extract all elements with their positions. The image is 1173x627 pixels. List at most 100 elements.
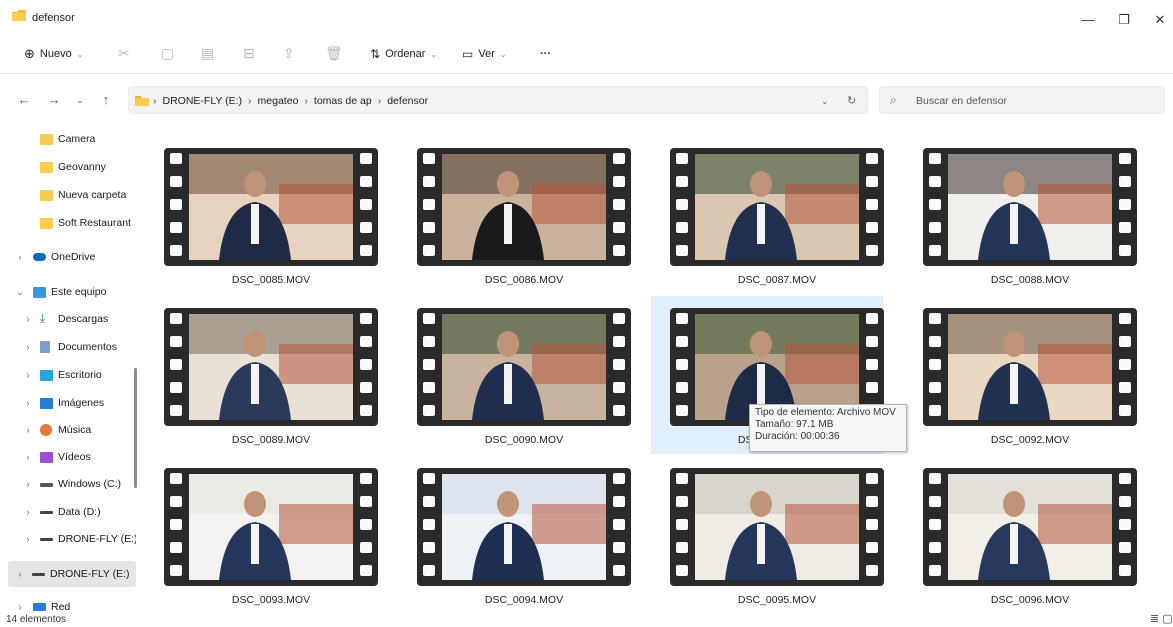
video-thumbnail[interactable]: [164, 468, 378, 586]
film-sprocket: [360, 473, 372, 484]
sidebar-item-geovanny[interactable]: Geovanny: [0, 154, 138, 180]
refresh-icon[interactable]: ↻: [847, 94, 856, 107]
sidebar-item-camera[interactable]: Camera: [0, 126, 138, 152]
chevron-right-icon[interactable]: ›: [22, 507, 34, 517]
sidebar-item-videos[interactable]: › Vídeos: [0, 444, 138, 470]
file-tile[interactable]: DSC_0088.MOV: [904, 136, 1137, 294]
video-thumbnail[interactable]: [670, 148, 884, 266]
recent-chevron-icon[interactable]: ⌄: [72, 95, 88, 106]
video-thumbnail[interactable]: [164, 148, 378, 266]
address-bar[interactable]: › DRONE-FLY (E:) › megateo › tomas de ap…: [128, 86, 868, 114]
file-tile[interactable]: DSC_0085.MOV: [145, 136, 378, 294]
film-sprocket: [360, 565, 372, 576]
breadcrumb-defensor[interactable]: defensor: [387, 95, 428, 107]
view-button[interactable]: ▭ Ver ⌄: [462, 44, 507, 64]
video-thumbnail[interactable]: [670, 468, 884, 586]
details-view-icon[interactable]: ≣ ▢: [1150, 612, 1173, 625]
breadcrumb-tomas[interactable]: tomas de ap: [314, 95, 372, 107]
sidebar-item-label: Música: [58, 424, 92, 436]
film-sprocket: [170, 519, 182, 530]
sidebar-item-drone-fly-e[interactable]: › DRONE-FLY (E:): [0, 526, 138, 552]
film-sprocket: [866, 222, 878, 233]
file-tile[interactable]: DSC_0096.MOV: [904, 456, 1137, 614]
file-tile[interactable]: DSC_0093.MOV: [145, 456, 378, 614]
video-thumbnail[interactable]: [417, 148, 631, 266]
film-sprocket: [1119, 222, 1131, 233]
chevron-right-icon[interactable]: ›: [22, 398, 34, 408]
sidebar-item-imagenes[interactable]: › Imágenes: [0, 390, 138, 416]
film-sprocket: [1119, 405, 1131, 416]
breadcrumb-megateo[interactable]: megateo: [258, 95, 299, 107]
video-thumbnail[interactable]: [923, 468, 1137, 586]
file-tile[interactable]: DSC_0092.MOV: [904, 296, 1137, 454]
new-button[interactable]: ⊕ Nuevo ⌄: [24, 44, 83, 64]
sidebar-item-descargas[interactable]: › ⤓ Descargas: [0, 306, 138, 332]
chevron-right-icon[interactable]: ›: [22, 425, 34, 435]
sidebar-item-drone-fly-e-selected[interactable]: › DRONE-FLY (E:): [8, 561, 136, 587]
folder-icon: [40, 189, 53, 201]
sidebar-item-data-d[interactable]: › Data (D:): [0, 499, 138, 525]
search-input[interactable]: Buscar en defensor: [916, 95, 1007, 107]
sidebar-item-musica[interactable]: › Música: [0, 417, 138, 443]
forward-arrow-icon[interactable]: →: [46, 92, 62, 107]
film-sprocket: [170, 153, 182, 164]
chevron-right-icon[interactable]: ›: [14, 252, 26, 262]
chevron-right-icon[interactable]: ›: [22, 314, 34, 324]
more-options-button[interactable]: ···: [540, 44, 551, 64]
chevron-right-icon[interactable]: ›: [22, 479, 34, 489]
cut-icon[interactable]: ✂: [118, 45, 130, 62]
delete-icon[interactable]: 🗑: [325, 45, 343, 62]
file-tile[interactable]: DSC_0087.MOV: [651, 136, 884, 294]
close-button[interactable]: ✕: [1150, 12, 1170, 28]
history-chevron-icon[interactable]: ⌄: [821, 96, 829, 107]
chevron-right-icon[interactable]: ›: [14, 569, 26, 579]
video-thumbnail[interactable]: [923, 308, 1137, 426]
video-thumbnail[interactable]: [417, 468, 631, 586]
sidebar-scrollbar[interactable]: [134, 368, 137, 488]
film-sprocket: [423, 519, 435, 530]
search-box[interactable]: ⌕ Buscar en defensor: [879, 86, 1165, 114]
share-icon[interactable]: ⇪: [283, 45, 295, 62]
film-sprocket: [1119, 565, 1131, 576]
film-sprocket: [423, 496, 435, 507]
file-tile[interactable]: DSC_0095.MOV: [651, 456, 884, 614]
chevron-right-icon[interactable]: ›: [22, 452, 34, 462]
film-sprocket: [170, 359, 182, 370]
paste-icon[interactable]: ▤: [201, 45, 214, 62]
file-tile[interactable]: DSC_0089.MOV: [145, 296, 378, 454]
sidebar-item-nueva-carpeta[interactable]: Nueva carpeta: [0, 182, 138, 208]
back-arrow-icon[interactable]: ←: [16, 92, 32, 107]
up-arrow-icon[interactable]: ↑: [98, 92, 114, 107]
file-tile[interactable]: DSC_0094.MOV: [398, 456, 631, 614]
breadcrumb-drive[interactable]: DRONE-FLY (E:): [163, 95, 243, 107]
sidebar-item-este-equipo[interactable]: ⌄ Este equipo: [0, 279, 138, 305]
film-sprocket: [929, 542, 941, 553]
sort-button[interactable]: ⇅ Ordenar ⌄: [370, 44, 437, 64]
film-sprocket: [613, 313, 625, 324]
sort-label: Ordenar: [385, 48, 426, 60]
video-thumbnail[interactable]: [923, 148, 1137, 266]
copy-icon[interactable]: ▢: [161, 45, 174, 62]
chevron-right-icon[interactable]: ›: [22, 370, 34, 380]
sidebar-item-escritorio[interactable]: › Escritorio: [0, 362, 138, 388]
film-sprocket: [676, 405, 688, 416]
video-thumbnail[interactable]: [164, 308, 378, 426]
chevron-right-icon[interactable]: ›: [22, 342, 34, 352]
chevron-right-icon[interactable]: ›: [22, 534, 34, 544]
file-tile[interactable]: DSC_0086.MOV: [398, 136, 631, 294]
minimize-button[interactable]: —: [1078, 12, 1098, 27]
drive-icon: [40, 511, 53, 514]
sidebar-item-documentos[interactable]: › Documentos: [0, 334, 138, 360]
restore-button[interactable]: ❐: [1114, 12, 1134, 28]
rename-icon[interactable]: ⊟: [243, 45, 255, 62]
film-sprocket: [866, 565, 878, 576]
video-frame-image: [695, 474, 859, 580]
sidebar-item-windows-c[interactable]: › Windows (C:): [0, 471, 138, 497]
sidebar-item-soft-restaurant[interactable]: Soft Restaurant: [0, 210, 138, 236]
sidebar-item-onedrive[interactable]: › OneDrive: [0, 244, 138, 270]
chevron-down-icon[interactable]: ⌄: [14, 287, 26, 298]
file-tile[interactable]: DSC_0090.MOV: [398, 296, 631, 454]
chevron-right-icon[interactable]: ›: [14, 602, 26, 612]
film-sprocket: [676, 519, 688, 530]
video-thumbnail[interactable]: [417, 308, 631, 426]
